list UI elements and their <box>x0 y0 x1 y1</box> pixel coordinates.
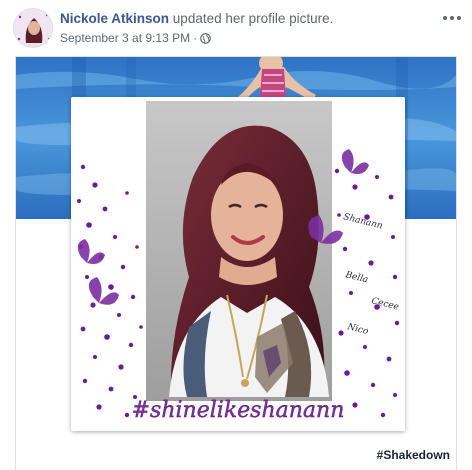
profile-picture-caption: #shinelikeshanann <box>132 398 345 423</box>
globe-icon[interactable] <box>200 32 211 44</box>
author-avatar[interactable] <box>13 8 53 48</box>
author-name-link[interactable]: Nickole Atkinson <box>60 11 169 26</box>
profile-picture-post: Nickole Atkinson updated her profile pic… <box>0 0 472 470</box>
post-header: Nickole Atkinson updated her profile pic… <box>0 0 472 56</box>
profile-picture[interactable]: Shanann Bella Cecee Nico #shinelikeshana… <box>71 97 405 431</box>
meta-separator: · <box>193 31 198 45</box>
post-title-line: Nickole Atkinson updated her profile pic… <box>60 10 333 27</box>
post-action-text: updated her profile picture. <box>172 11 334 26</box>
post-timestamp-link[interactable]: September 3 at 9:13 PM <box>60 31 190 45</box>
more-options-icon[interactable] <box>442 10 462 26</box>
post-media[interactable]: Shanann Bella Cecee Nico #shinelikeshana… <box>15 56 457 470</box>
hashtag-link[interactable]: #Shakedown <box>377 448 450 462</box>
post-meta: September 3 at 9:13 PM · <box>60 31 211 45</box>
